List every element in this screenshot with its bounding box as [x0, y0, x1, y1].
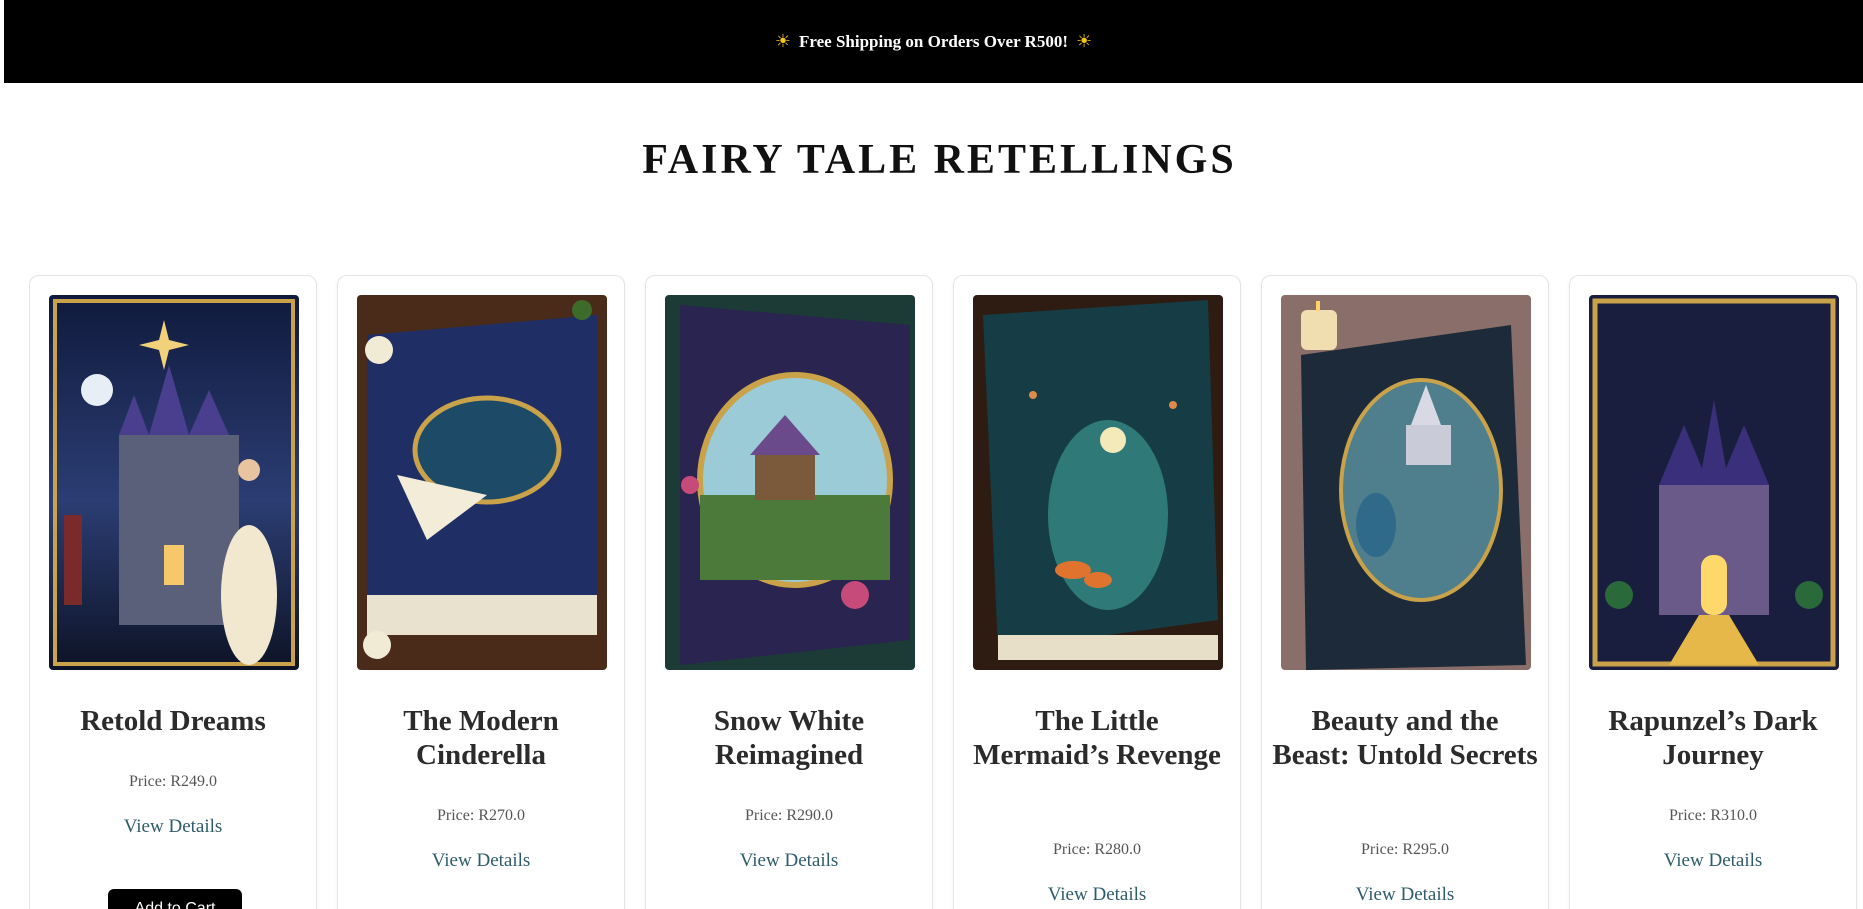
announcement-text: Free Shipping on Orders Over R500! — [798, 31, 1068, 51]
product-price: Price: R310.0 — [1669, 807, 1757, 824]
product-price: Price: R295.0 — [1361, 841, 1449, 858]
product-price: Price: R290.0 — [745, 807, 833, 824]
view-details-link[interactable]: View Details — [338, 850, 624, 872]
add-to-cart-button[interactable]: Add to Cart — [108, 889, 242, 909]
product-grid: Retold Dreams Price: R249.0 View Details… — [29, 275, 1863, 909]
product-title: Retold Dreams — [80, 705, 266, 737]
product-title: The Little Mermaid’s Revenge — [973, 705, 1221, 771]
product-price: Price: R249.0 — [129, 773, 217, 790]
product-card: The Little Mermaid’s Revenge Price: R280… — [953, 275, 1241, 909]
product-card: The Modern Cinderella Price: R270.0 View… — [337, 275, 625, 909]
sun-icon: ☀ — [1076, 31, 1093, 51]
book-cover-image[interactable] — [1281, 295, 1531, 670]
product-card: Rapunzel’s Dark Journey Price: R310.0 Vi… — [1569, 275, 1857, 909]
product-title: Beauty and the Beast: Untold Secrets — [1272, 705, 1538, 771]
view-details-link[interactable]: View Details — [30, 816, 316, 838]
announcement-bar: ☀ Free Shipping on Orders Over R500! ☀ — [4, 0, 1863, 83]
product-card: Snow White Reimagined Price: R290.0 View… — [645, 275, 933, 909]
view-details-link[interactable]: View Details — [1570, 850, 1856, 872]
book-cover-image[interactable] — [973, 295, 1223, 670]
book-cover-image[interactable] — [49, 295, 299, 670]
product-price: Price: R270.0 — [437, 807, 525, 824]
product-title: The Modern Cinderella — [403, 705, 559, 771]
product-title: Rapunzel’s Dark Journey — [1608, 705, 1818, 771]
product-card: Retold Dreams Price: R249.0 View Details… — [29, 275, 317, 909]
product-title: Snow White Reimagined — [713, 705, 865, 771]
book-cover-image[interactable] — [1589, 295, 1839, 670]
view-details-link[interactable]: View Details — [646, 850, 932, 872]
sun-icon: ☀ — [774, 31, 791, 51]
page-title: FAIRY TALE RETELLINGS — [642, 137, 1237, 183]
book-cover-image[interactable] — [665, 295, 915, 670]
view-details-link[interactable]: View Details — [954, 884, 1240, 906]
view-details-link[interactable]: View Details — [1262, 884, 1548, 906]
book-cover-image[interactable] — [357, 295, 607, 670]
product-card: Beauty and the Beast: Untold Secrets Pri… — [1261, 275, 1549, 909]
product-price: Price: R280.0 — [1053, 841, 1141, 858]
